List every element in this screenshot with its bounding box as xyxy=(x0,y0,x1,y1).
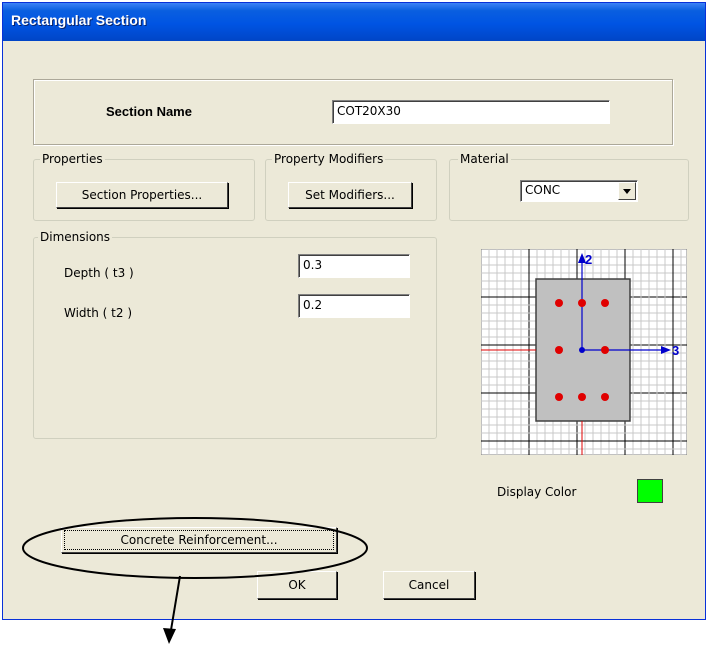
annotation-arrowhead xyxy=(163,628,176,644)
annotation-overlay xyxy=(22,517,368,644)
highlight-ellipse xyxy=(22,517,368,579)
annotation-arrow-line xyxy=(169,575,181,637)
